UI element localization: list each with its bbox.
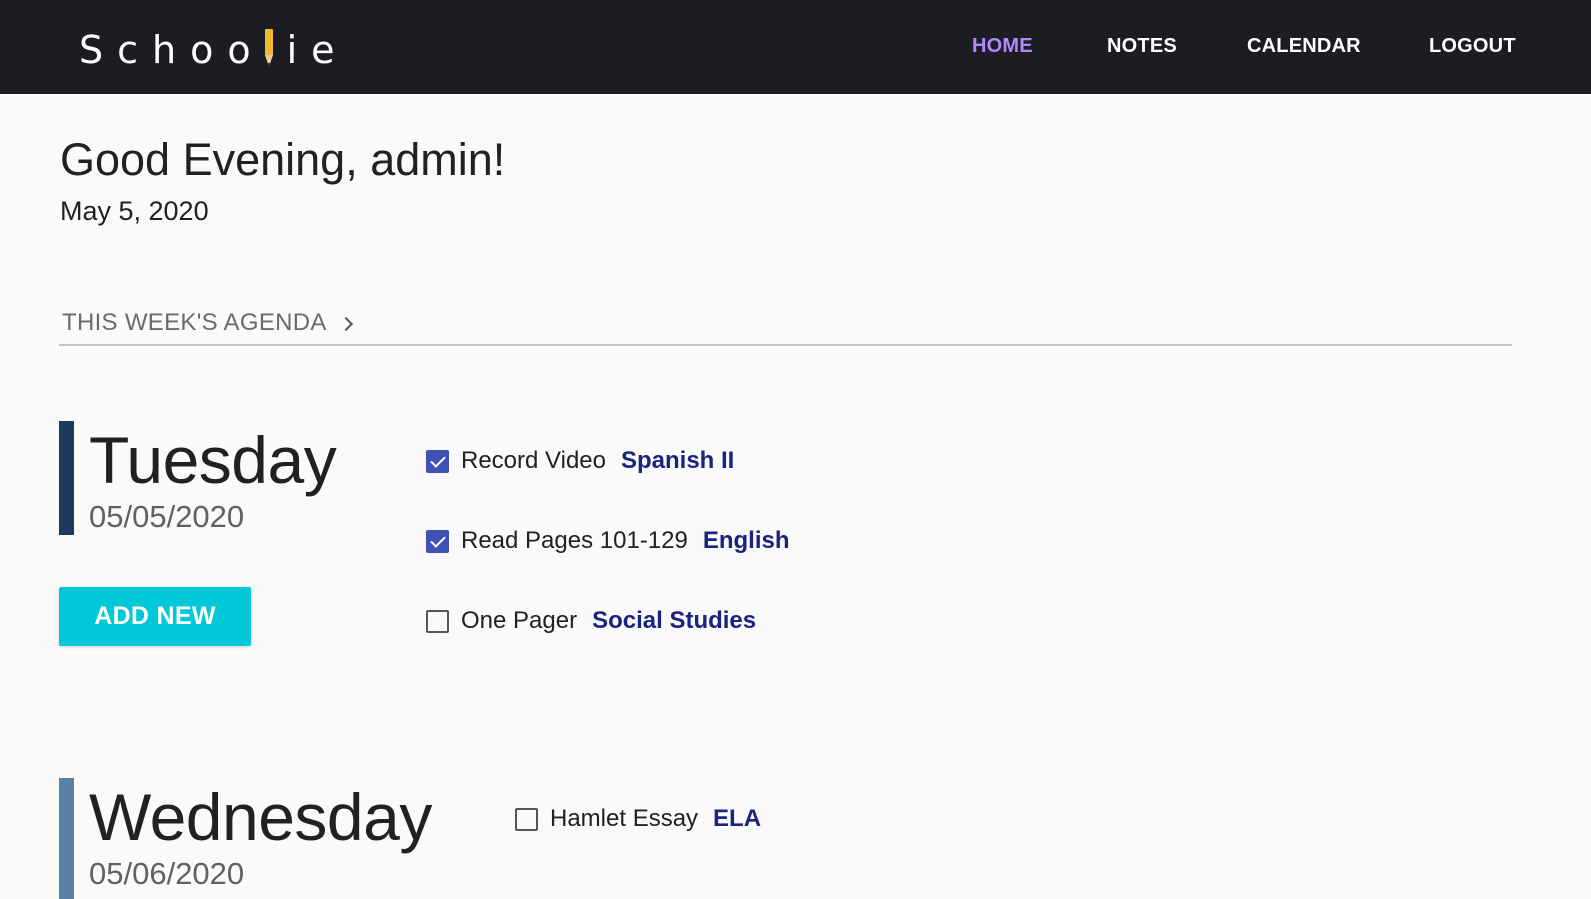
chevron-right-icon [338, 316, 353, 332]
task-subject: English [702, 527, 790, 554]
task-name: One Pager [461, 607, 578, 634]
task-checkbox[interactable] [426, 529, 449, 553]
greeting-heading: Good Evening, admin! [60, 134, 506, 185]
schoolie-logo[interactable]: Schoo ie [79, 27, 349, 73]
task-name: Record Video [461, 447, 606, 474]
current-date: May 5, 2020 [60, 196, 209, 226]
task-item[interactable]: Record Video Spanish II [426, 446, 734, 476]
task-item[interactable]: Read Pages 101-129 English [426, 526, 790, 556]
nav-logout-link[interactable]: LOGOUT [1429, 35, 1516, 58]
task-checkbox[interactable] [426, 609, 449, 633]
top-navbar: Schoo ie HOME NOTES CALENDAR LOGOUT [0, 0, 1591, 94]
task-item[interactable]: One Pager Social Studies [426, 606, 756, 636]
logo-text-start: Schoo [79, 28, 265, 72]
agenda-divider [59, 344, 1512, 346]
pencil-icon [264, 29, 273, 67]
day-date: 05/06/2020 [89, 856, 245, 891]
day-accent-bar [59, 778, 74, 899]
task-checkbox[interactable] [515, 807, 538, 831]
day-name: Tuesday [89, 423, 337, 497]
task-item[interactable]: Hamlet Essay ELA [515, 804, 761, 834]
task-name: Hamlet Essay [550, 805, 699, 832]
nav-home-link[interactable]: HOME [972, 35, 1033, 58]
task-subject: Spanish II [620, 447, 735, 474]
task-checkbox[interactable] [426, 449, 449, 473]
task-subject: Social Studies [592, 607, 757, 634]
weekly-agenda-link[interactable]: THIS WEEK'S AGENDA [62, 309, 353, 337]
day-date: 05/05/2020 [89, 499, 245, 534]
task-subject: ELA [713, 805, 762, 832]
day-name: Wednesday [89, 780, 432, 854]
logo-text-end: ie [286, 28, 349, 72]
nav-calendar-link[interactable]: CALENDAR [1247, 35, 1361, 58]
add-new-button[interactable]: ADD NEW [59, 587, 251, 646]
agenda-header-label: THIS WEEK'S AGENDA [62, 309, 327, 336]
task-name: Read Pages 101-129 [461, 527, 688, 554]
day-accent-bar [59, 421, 74, 535]
nav-notes-link[interactable]: NOTES [1107, 35, 1177, 58]
